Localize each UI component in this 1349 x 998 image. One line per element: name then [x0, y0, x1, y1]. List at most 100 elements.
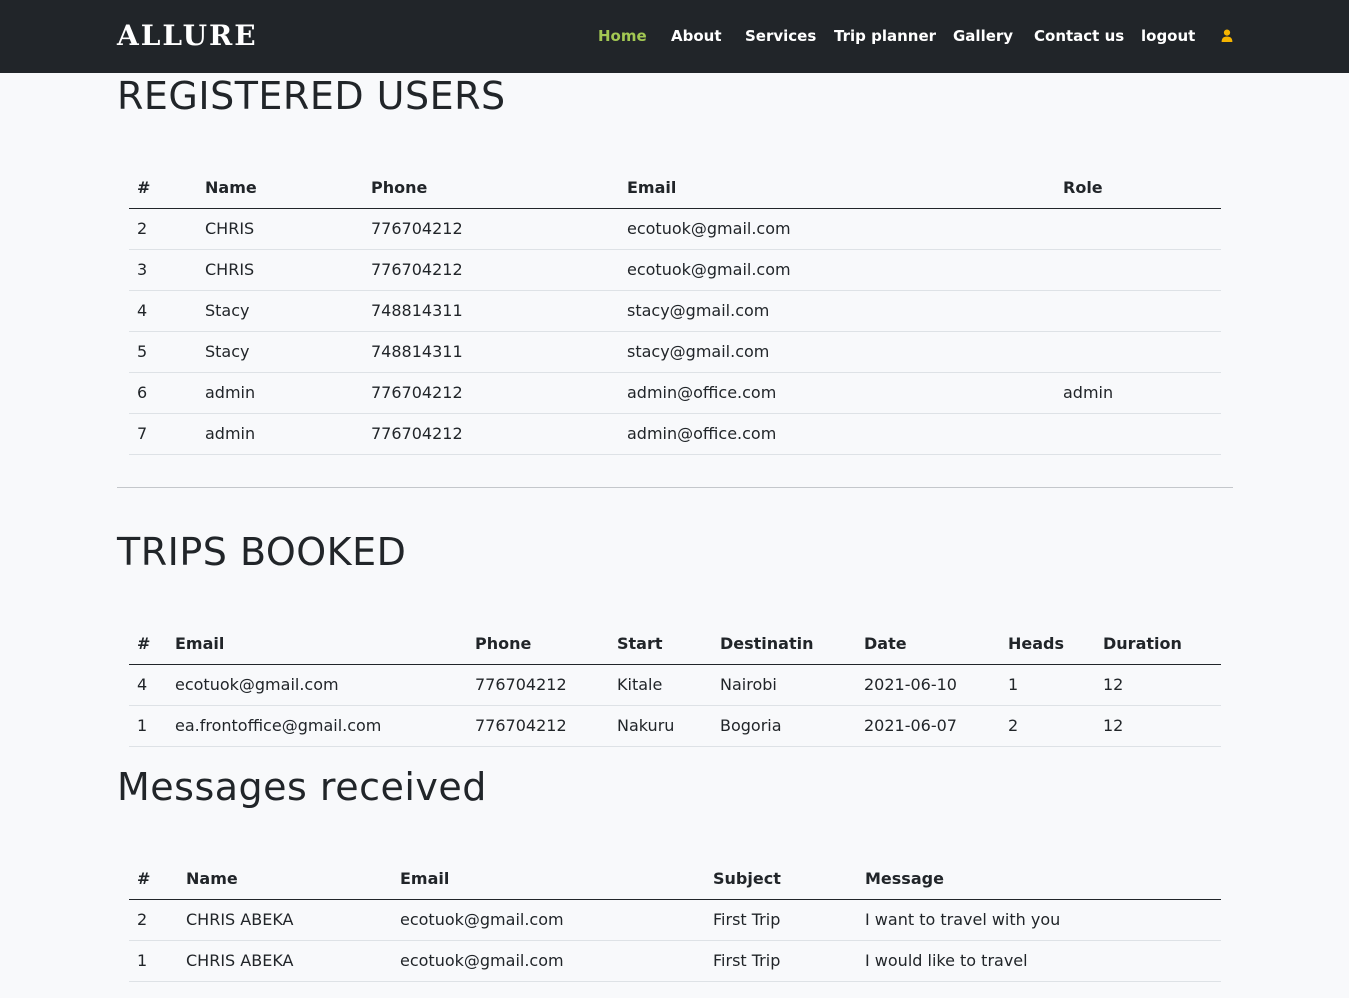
message-subject: First Trip [705, 940, 857, 982]
column-header: Phone [467, 623, 609, 665]
user-phone: 776704212 [363, 413, 619, 455]
brand-logo[interactable]: ALLURE [117, 16, 258, 56]
message-body: I would like to travel [857, 940, 1221, 982]
column-header: # [129, 858, 178, 900]
table-row: 6 admin 776704212 admin@office.com admin [129, 372, 1221, 414]
message-body: I want to travel with you [857, 899, 1221, 941]
column-header: Email [619, 167, 1055, 209]
user-role: admin [1055, 372, 1221, 414]
messages-table: # Name Email Subject Message 2 CHRIS ABE… [129, 858, 1221, 982]
table-row: 2 CHRIS ABEKA ecotuok@gmail.com First Tr… [129, 899, 1221, 941]
nav-link-trip-planner[interactable]: Trip planner [834, 25, 936, 47]
messages-received-heading: Messages received [117, 765, 487, 809]
column-header: Email [167, 623, 467, 665]
nav-link-gallery[interactable]: Gallery [953, 25, 1013, 47]
table-row: 4 Stacy 748814311 stacy@gmail.com [129, 290, 1221, 332]
section-divider [117, 487, 1233, 488]
user-email: admin@office.com [619, 372, 1055, 414]
message-name: CHRIS ABEKA [178, 899, 392, 941]
trips-table-header: # Email Phone Start Destinatin Date Head… [129, 623, 1221, 665]
message-email: ecotuok@gmail.com [392, 940, 705, 982]
nav-link-home[interactable]: Home [598, 25, 647, 47]
column-header: Subject [705, 858, 857, 900]
table-row: 3 CHRIS 776704212 ecotuok@gmail.com [129, 249, 1221, 291]
trip-heads: 1 [1000, 664, 1095, 706]
user-phone: 776704212 [363, 208, 619, 250]
nav-link-about[interactable]: About [671, 25, 722, 47]
registered-users-heading: REGISTERED USERS [117, 74, 506, 118]
user-role [1055, 331, 1221, 373]
trip-destination: Nairobi [712, 664, 856, 706]
user-role [1055, 413, 1221, 455]
message-email: ecotuok@gmail.com [392, 899, 705, 941]
user-id: 6 [129, 372, 197, 414]
nav-link-contact-us[interactable]: Contact us [1034, 25, 1124, 47]
user-role [1055, 290, 1221, 332]
user-name: CHRIS [197, 249, 363, 291]
user-role [1055, 208, 1221, 250]
column-header: Name [178, 858, 392, 900]
message-id: 2 [129, 899, 178, 941]
column-header: Message [857, 858, 1221, 900]
trip-phone: 776704212 [467, 664, 609, 706]
user-id: 7 [129, 413, 197, 455]
table-row: 7 admin 776704212 admin@office.com [129, 413, 1221, 455]
column-header: Date [856, 623, 1000, 665]
user-icon[interactable] [1221, 29, 1233, 43]
users-table: # Name Phone Email Role 2 CHRIS 77670421… [129, 167, 1221, 455]
messages-table-header: # Name Email Subject Message [129, 858, 1221, 900]
trip-date: 2021-06-10 [856, 664, 1000, 706]
trip-email: ea.frontoffice@gmail.com [167, 705, 467, 747]
table-row: 1 CHRIS ABEKA ecotuok@gmail.com First Tr… [129, 940, 1221, 982]
user-email: ecotuok@gmail.com [619, 249, 1055, 291]
trips-booked-heading: TRIPS BOOKED [117, 530, 407, 574]
column-header: Heads [1000, 623, 1095, 665]
message-id: 1 [129, 940, 178, 982]
table-row: 2 CHRIS 776704212 ecotuok@gmail.com [129, 208, 1221, 250]
user-phone: 776704212 [363, 372, 619, 414]
user-id: 3 [129, 249, 197, 291]
column-header: Role [1055, 167, 1221, 209]
users-table-header: # Name Phone Email Role [129, 167, 1221, 209]
trips-table: # Email Phone Start Destinatin Date Head… [129, 623, 1221, 747]
column-header: Phone [363, 167, 619, 209]
user-name: Stacy [197, 290, 363, 332]
table-row: 1 ea.frontoffice@gmail.com 776704212 Nak… [129, 705, 1221, 747]
trip-phone: 776704212 [467, 705, 609, 747]
table-row: 4 ecotuok@gmail.com 776704212 Kitale Nai… [129, 664, 1221, 706]
column-header: Start [609, 623, 712, 665]
user-phone: 748814311 [363, 290, 619, 332]
trip-heads: 2 [1000, 705, 1095, 747]
trip-date: 2021-06-07 [856, 705, 1000, 747]
trip-destination: Bogoria [712, 705, 856, 747]
trip-duration: 12 [1095, 705, 1221, 747]
column-header: Email [392, 858, 705, 900]
user-name: admin [197, 372, 363, 414]
user-name: admin [197, 413, 363, 455]
column-header: Destinatin [712, 623, 856, 665]
column-header: # [129, 167, 197, 209]
nav-link-services[interactable]: Services [745, 25, 816, 47]
user-email: stacy@gmail.com [619, 331, 1055, 373]
trip-email: ecotuok@gmail.com [167, 664, 467, 706]
table-row: 5 Stacy 748814311 stacy@gmail.com [129, 331, 1221, 373]
column-header: # [129, 623, 167, 665]
user-id: 5 [129, 331, 197, 373]
nav-link-logout[interactable]: logout [1141, 25, 1195, 47]
trip-start: Nakuru [609, 705, 712, 747]
column-header: Duration [1095, 623, 1221, 665]
user-phone: 776704212 [363, 249, 619, 291]
message-subject: First Trip [705, 899, 857, 941]
user-email: admin@office.com [619, 413, 1055, 455]
user-email: ecotuok@gmail.com [619, 208, 1055, 250]
trip-id: 4 [129, 664, 167, 706]
user-id: 4 [129, 290, 197, 332]
user-id: 2 [129, 208, 197, 250]
user-email: stacy@gmail.com [619, 290, 1055, 332]
user-name: Stacy [197, 331, 363, 373]
user-role [1055, 249, 1221, 291]
top-navbar: ALLURE Home About Services Trip planner … [0, 0, 1349, 73]
message-name: CHRIS ABEKA [178, 940, 392, 982]
trip-duration: 12 [1095, 664, 1221, 706]
trip-start: Kitale [609, 664, 712, 706]
